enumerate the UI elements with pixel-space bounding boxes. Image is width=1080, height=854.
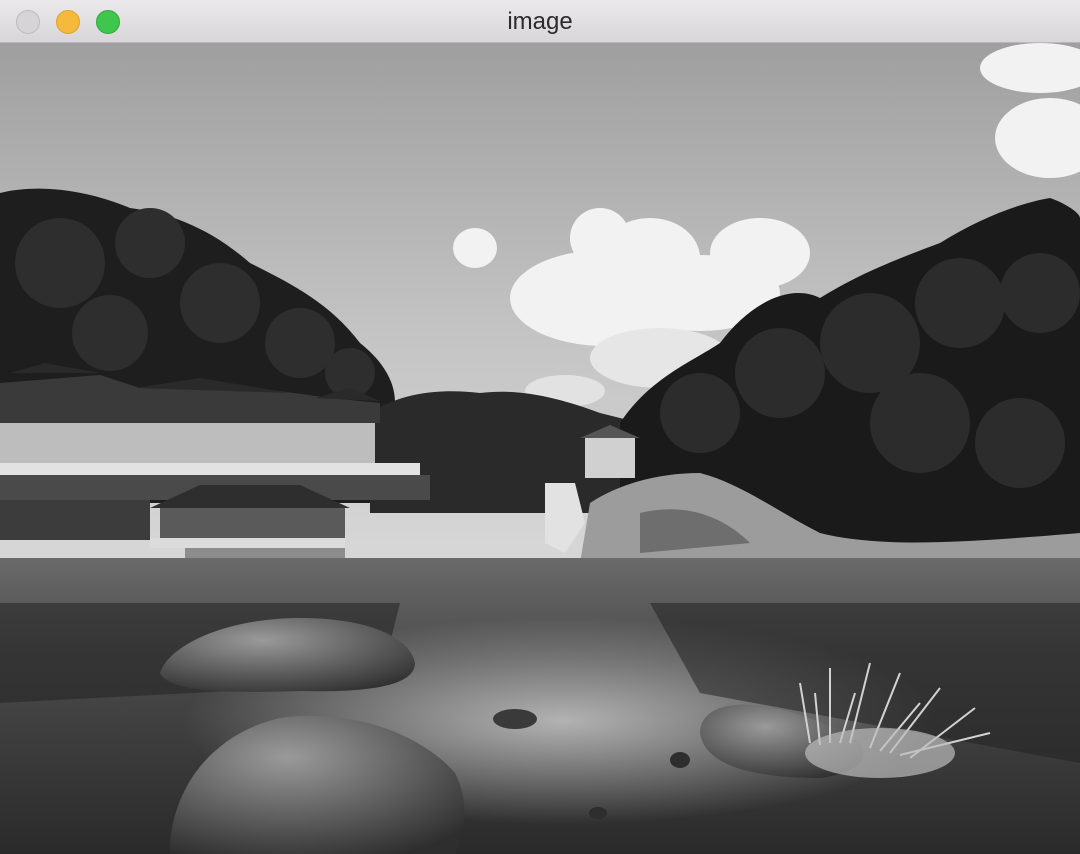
image-window: image	[0, 0, 1080, 854]
title-bar[interactable]: image	[0, 0, 1080, 43]
window-title: image	[507, 8, 573, 35]
photo-canvas	[0, 43, 1080, 854]
